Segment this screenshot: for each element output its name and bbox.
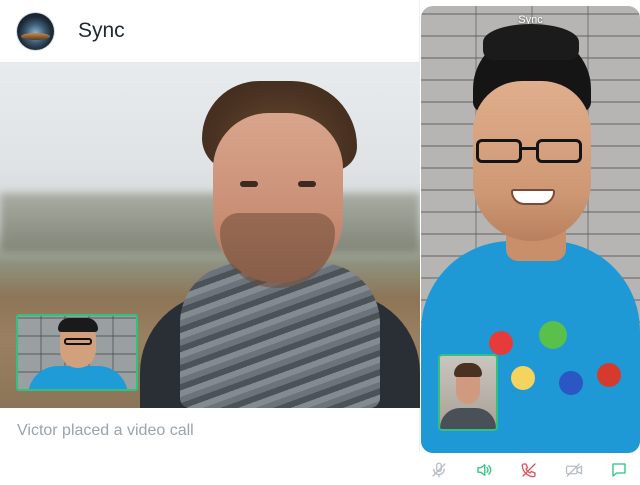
phone-hangup-icon (521, 463, 536, 478)
video-camera-off-icon (565, 463, 583, 477)
microphone-muted-icon (432, 462, 446, 478)
camera-off-button[interactable] (564, 460, 584, 480)
phone-video-call-screen[interactable]: Sync (421, 6, 640, 453)
chat-header: Sync (0, 0, 420, 63)
chat-button[interactable] (609, 460, 629, 480)
mute-microphone-button[interactable] (429, 460, 449, 480)
end-call-button[interactable] (519, 460, 539, 480)
remote-video-thumbnail[interactable] (438, 354, 498, 431)
speaker-icon (477, 464, 492, 476)
chat-bubble-icon (612, 463, 626, 477)
self-video-thumbnail[interactable] (16, 314, 138, 391)
avatar[interactable] (17, 13, 54, 50)
chat-title: Sync (78, 19, 125, 42)
chat-panel: Sync Victor placed a video call (0, 0, 420, 452)
call-controls-bar (421, 455, 640, 485)
remote-caller-video (140, 63, 420, 408)
call-notification-message: Victor placed a video call (17, 422, 194, 439)
speaker-button[interactable] (474, 460, 494, 480)
